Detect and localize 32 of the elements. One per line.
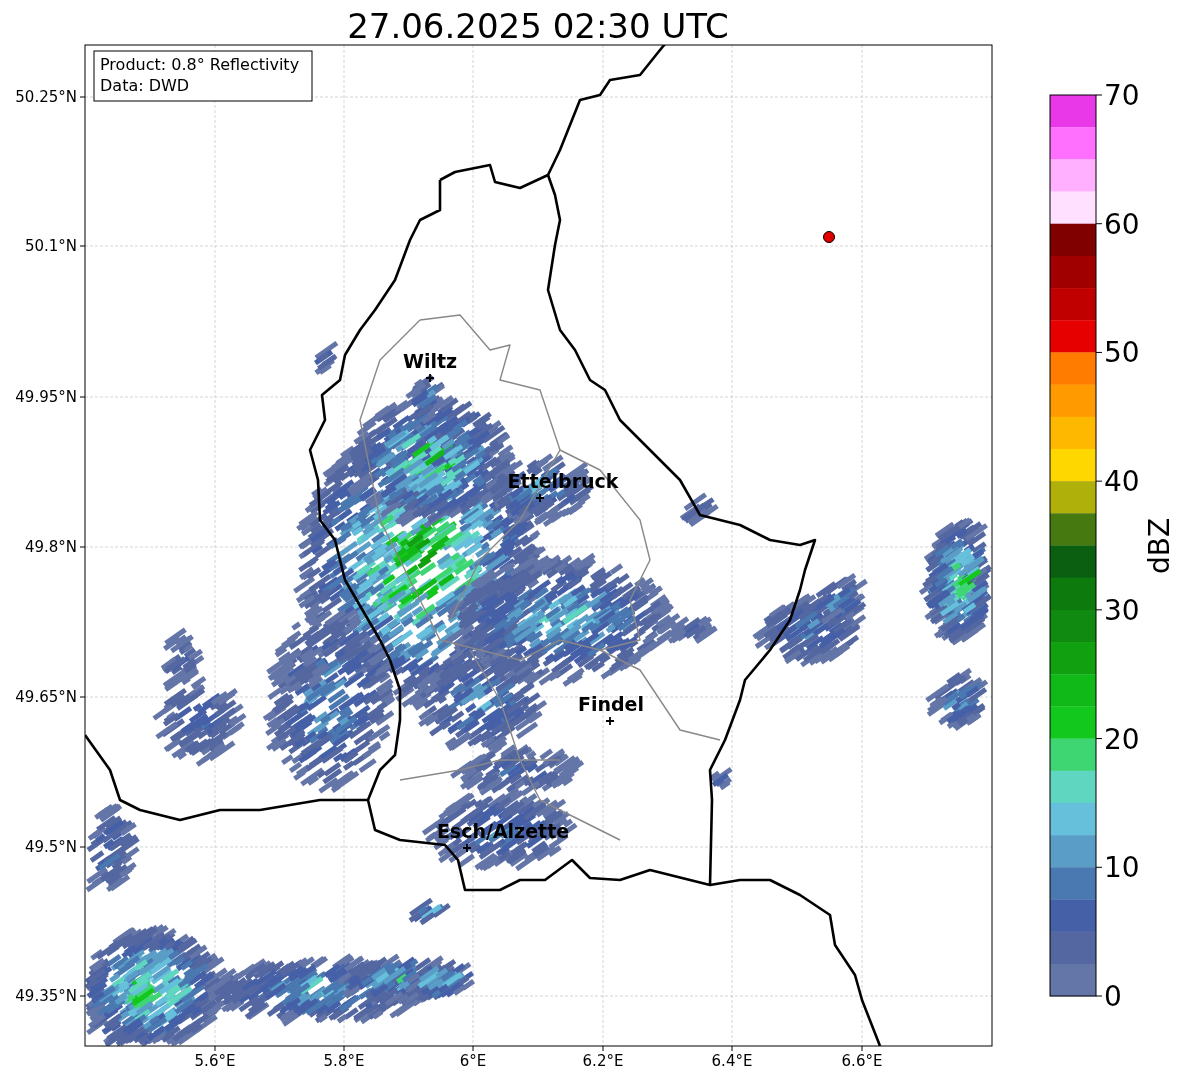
city-label: Wiltz (402, 350, 458, 372)
colorbar-tick-label: 10 (1104, 851, 1140, 885)
x-tick-label: 6.2°E (582, 1052, 624, 1070)
city-marker-icon (535, 493, 545, 503)
y-tick-label: 50.1°N (24, 237, 77, 255)
y-tick-label: 49.35°N (15, 987, 77, 1005)
info-text: Data: DWD (100, 76, 190, 95)
x-tick-label: 5.8°E (323, 1052, 365, 1070)
x-tick-label: 6°E (459, 1052, 487, 1070)
chart-title: 27.06.2025 02:30 UTC (347, 6, 729, 46)
city-marker-icon (462, 843, 472, 853)
y-tick-label: 49.8°N (24, 538, 77, 556)
city-marker-icon (605, 716, 615, 726)
y-tick-label: 49.95°N (15, 388, 77, 406)
radar-site-dot (823, 231, 835, 243)
city-label: Findel (578, 693, 644, 715)
y-tick-label: 49.65°N (15, 688, 77, 706)
y-tick-label: 50.25°N (15, 88, 77, 106)
y-tick-label: 49.5°N (24, 838, 77, 856)
colorbar-label: dBZ (1143, 517, 1176, 575)
x-tick-label: 6.6°E (841, 1052, 883, 1070)
x-tick-label: 6.4°E (711, 1052, 753, 1070)
colorbar-tick-label: 30 (1104, 593, 1140, 627)
colorbar-tick-label: 50 (1104, 336, 1140, 370)
colorbar-tick-label: 70 (1104, 79, 1140, 112)
x-tick-label: 5.6°E (194, 1052, 236, 1070)
colorbar-tick-label: 0 (1104, 980, 1122, 1013)
colorbar-tick-label: 40 (1104, 465, 1140, 499)
colorbar-tick-label: 60 (1104, 207, 1140, 241)
city-marker-icon (425, 373, 435, 383)
colorbar-tick-label: 20 (1104, 722, 1140, 756)
info-text: Product: 0.8° Reflectivity (100, 55, 300, 74)
